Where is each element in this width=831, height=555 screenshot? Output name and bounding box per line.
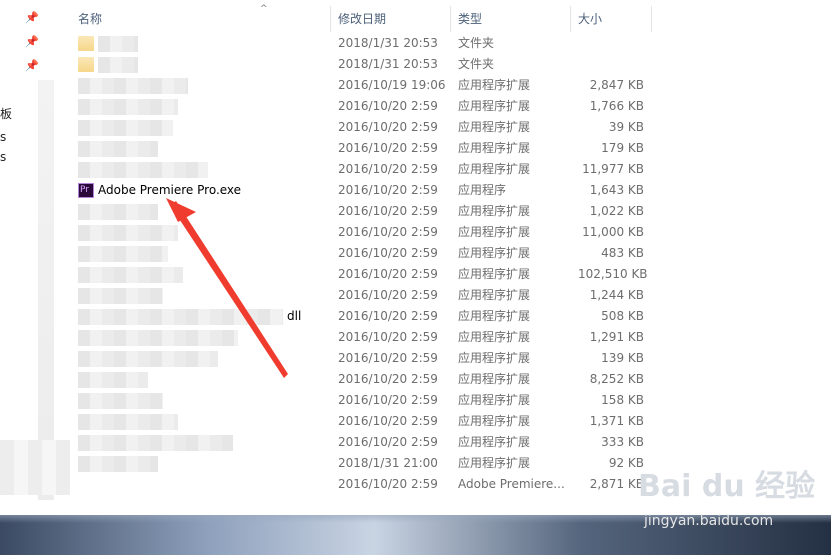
annotation-arrow-shaft: [170, 201, 288, 378]
annotation-arrow-head: [166, 198, 196, 222]
watermark: Bai du 经验 jingyan.baidu.com: [638, 470, 828, 542]
watermark-logo-text: Bai du 经验: [638, 469, 816, 504]
watermark-url: jingyan.baidu.com: [644, 513, 774, 529]
